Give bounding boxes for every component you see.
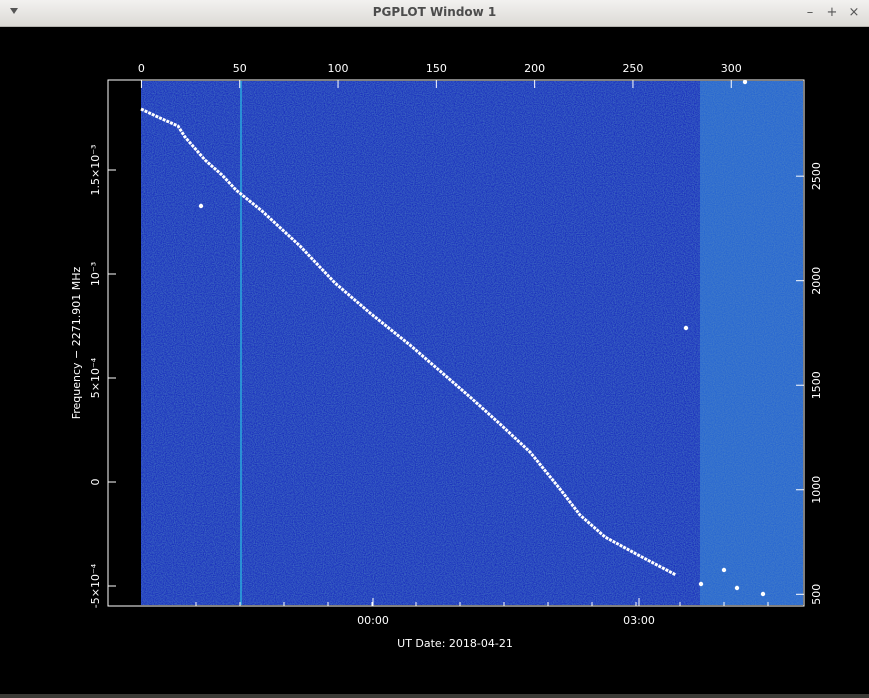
title-bar[interactable]: PGPLOT Window 1 – + × (0, 0, 869, 27)
window-title: PGPLOT Window 1 (372, 5, 497, 19)
minimize-button[interactable]: – (801, 4, 819, 22)
y-axis-label: Frequency − 2271.901 MHz (70, 267, 83, 420)
close-button[interactable]: × (845, 4, 863, 22)
waterfall-chart: 0 50 100 150 200 250 300 500 1000 1500 2000 2500 -5×… (70, 62, 823, 650)
left-axis-tick-label: 10⁻³ (89, 262, 102, 286)
right-axis-tick-label: 500 (810, 584, 823, 605)
left-axis-tick-label: -5×10⁻⁴ (89, 563, 102, 608)
signal-point (198, 203, 204, 209)
signal-point (683, 325, 689, 331)
pgplot-window: PGPLOT Window 1 – + × 0 50 100 150 200 250 300… (0, 0, 869, 694)
signal-point (760, 591, 766, 597)
plot-area: 0 50 100 150 200 250 300 500 1000 1500 2000 2500 -5×… (0, 27, 869, 694)
left-axis-tick-label: 0 (89, 479, 102, 486)
left-axis-tick-label: 1.5×10⁻³ (89, 145, 102, 196)
right-axis-tick-label: 1500 (810, 371, 823, 399)
top-axis-tick-label: 0 (138, 62, 145, 75)
bottom-axis-tick-label: 03:00 (623, 614, 655, 627)
top-axis-tick-label: 150 (426, 62, 447, 75)
top-axis-tick-label: 300 (721, 62, 742, 75)
signal-point (721, 567, 727, 573)
top-axis-tick-label: 50 (233, 62, 247, 75)
right-axis-tick-label: 1000 (810, 476, 823, 504)
right-axis-tick-label: 2000 (810, 267, 823, 295)
right-axis-tick-label: 2500 (810, 162, 823, 190)
signal-point (698, 581, 704, 587)
maximize-button[interactable]: + (823, 4, 841, 22)
signal-point (734, 585, 740, 591)
signal-point (742, 79, 748, 85)
bottom-axis-tick-label: 00:00 (357, 614, 389, 627)
top-axis-tick-label: 100 (328, 62, 349, 75)
top-axis-tick-label: 250 (622, 62, 643, 75)
interference-line (240, 81, 242, 605)
left-axis-tick-label: 5×10⁻⁴ (89, 357, 102, 398)
top-axis-tick-label: 200 (524, 62, 545, 75)
x-axis-label: UT Date: 2018-04-21 (397, 637, 513, 650)
